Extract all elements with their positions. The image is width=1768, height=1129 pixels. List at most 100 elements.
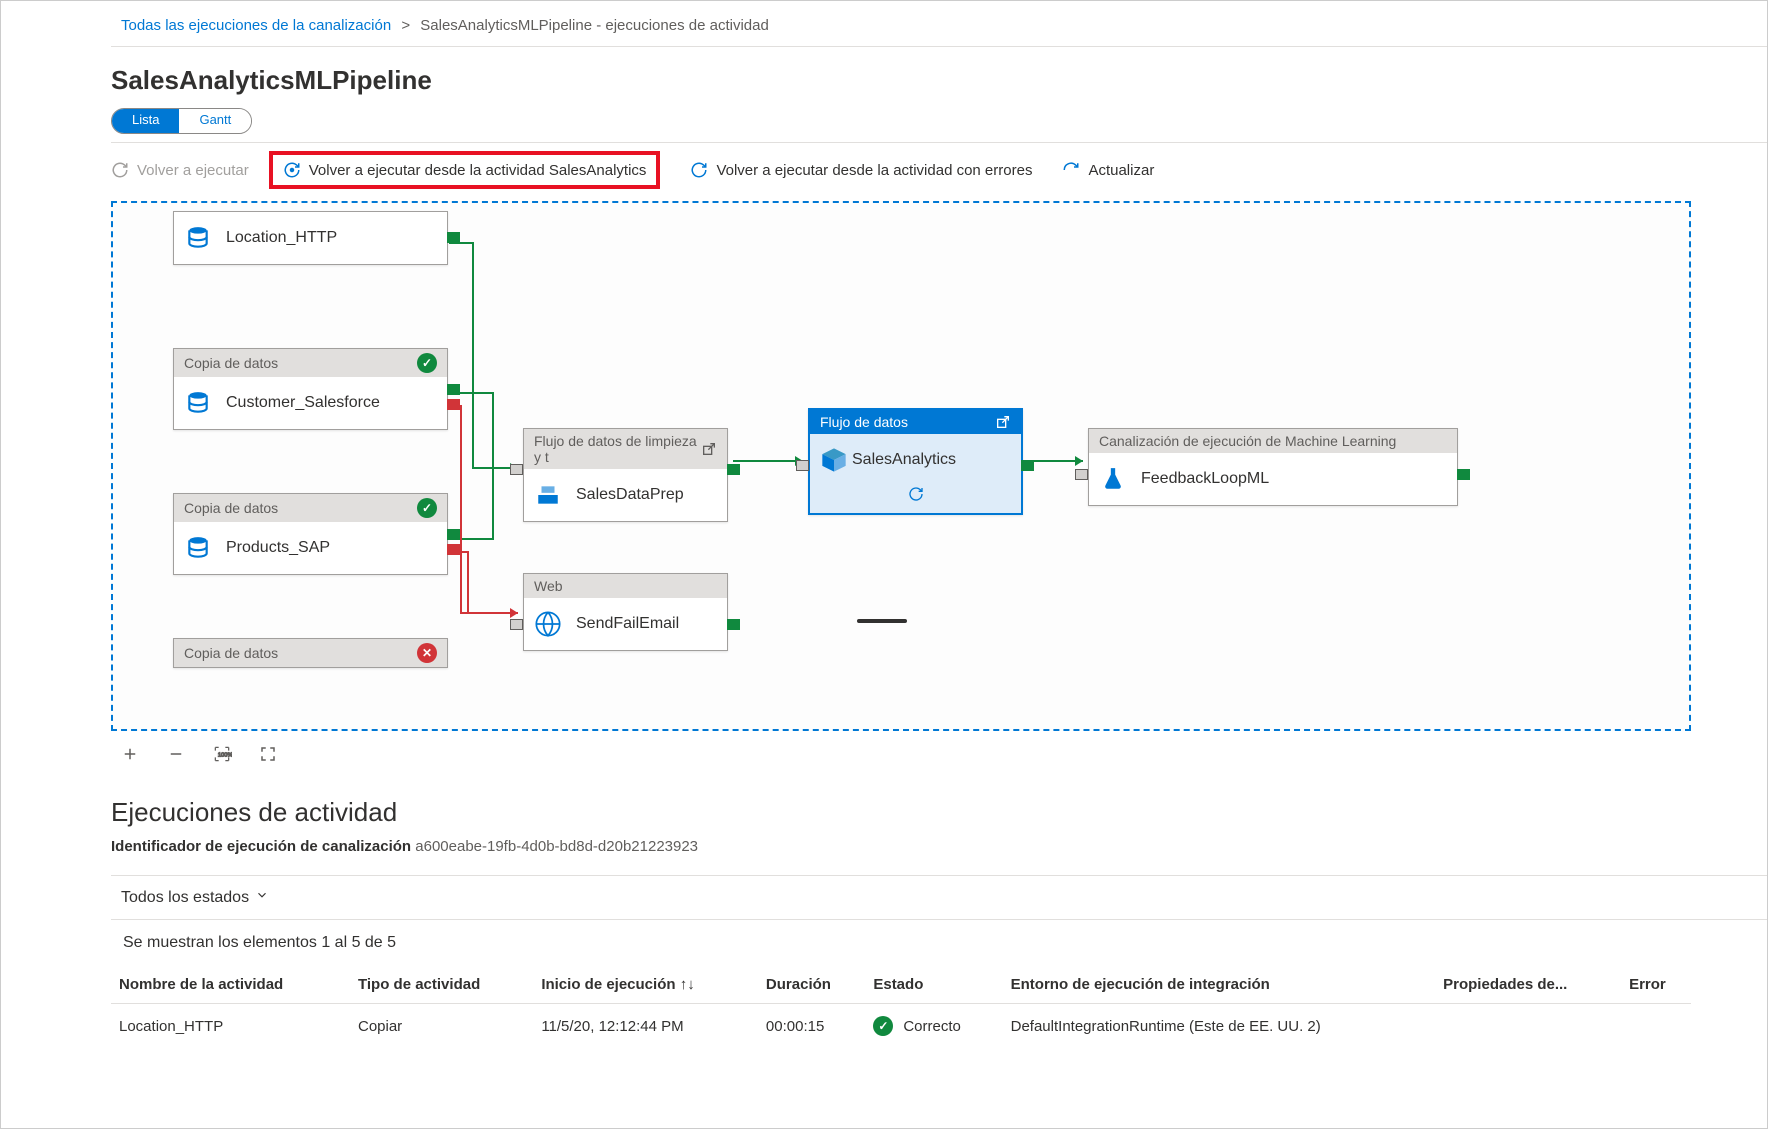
activity-label: SalesDataPrep xyxy=(576,486,684,504)
toolbar: Volver a ejecutar Volver a ejecutar desd… xyxy=(111,142,1767,197)
page-title: SalesAnalyticsMLPipeline xyxy=(111,47,1767,108)
activity-node-copy-failed[interactable]: Copia de datos ✕ xyxy=(173,638,448,668)
cell-properties xyxy=(1435,1004,1621,1049)
output-port-success xyxy=(447,384,460,395)
activity-node-location-http[interactable]: Location_HTTP xyxy=(173,211,448,265)
activity-label: SalesAnalytics xyxy=(852,451,956,469)
database-icon xyxy=(184,389,212,417)
output-port-fail xyxy=(447,399,460,410)
svg-text:100%: 100% xyxy=(218,753,232,759)
run-id-value: a600eabe-19fb-4d0b-bd8d-d20b21223923 xyxy=(415,838,698,855)
rerun-from-activity-label: Volver a ejecutar desde la actividad Sal… xyxy=(309,162,647,179)
status-fail-icon: ✕ xyxy=(417,643,437,663)
zoom-in-button[interactable] xyxy=(119,743,141,765)
activity-type-label: Copia de datos xyxy=(184,500,278,516)
rerun-from-icon xyxy=(283,161,301,179)
activity-node-salesdataprep[interactable]: Flujo de datos de limpieza y t SalesData… xyxy=(523,428,728,522)
zoom-reset-button[interactable]: 100% xyxy=(211,743,233,765)
activity-runs-table: Nombre de la actividad Tipo de actividad… xyxy=(111,966,1691,1048)
activity-type-label: Flujo de datos de limpieza y t xyxy=(534,433,701,465)
table-row[interactable]: Location_HTTP Copiar 11/5/20, 12:12:44 P… xyxy=(111,1004,1691,1049)
status-success-icon: ✓ xyxy=(417,353,437,373)
popout-icon[interactable] xyxy=(995,414,1011,430)
col-properties[interactable]: Propiedades de... xyxy=(1435,966,1621,1004)
rerun-button: Volver a ejecutar xyxy=(111,161,249,179)
refresh-label: Actualizar xyxy=(1088,162,1154,179)
rerun-label: Volver a ejecutar xyxy=(137,162,249,179)
panel-resize-handle[interactable] xyxy=(857,619,907,623)
output-port-success xyxy=(1021,460,1034,471)
col-activity-type[interactable]: Tipo de actividad xyxy=(350,966,533,1004)
col-activity-name[interactable]: Nombre de la actividad xyxy=(111,966,350,1004)
zoom-out-button[interactable] xyxy=(165,743,187,765)
status-success-icon: ✓ xyxy=(873,1016,893,1036)
input-port xyxy=(1075,469,1088,480)
activity-label: Products_SAP xyxy=(226,539,330,557)
cell-integration-runtime: DefaultIntegrationRuntime (Este de EE. U… xyxy=(1003,1004,1436,1049)
col-integration-runtime[interactable]: Entorno de ejecución de integración xyxy=(1003,966,1436,1004)
cell-status: ✓ Correcto xyxy=(865,1004,1002,1049)
output-port-success xyxy=(727,619,740,630)
view-tab-gantt[interactable]: Gantt xyxy=(179,109,251,133)
cell-run-start: 11/5/20, 12:12:44 PM xyxy=(533,1004,758,1049)
cell-activity-type: Copiar xyxy=(350,1004,533,1049)
output-port-success xyxy=(1457,469,1470,480)
rerun-from-activity-button[interactable]: Volver a ejecutar desde la actividad Sal… xyxy=(283,161,647,179)
activity-node-sendfailemail[interactable]: Web SendFailEmail xyxy=(523,573,728,651)
activity-label: Location_HTTP xyxy=(226,229,337,247)
activity-node-customer-salesforce[interactable]: Copia de datos ✓ Customer_Salesforce xyxy=(173,348,448,430)
cell-duration: 00:00:15 xyxy=(758,1004,865,1049)
activity-type-label: Web xyxy=(534,578,563,594)
sort-icon: ↑↓ xyxy=(680,976,695,993)
col-run-start[interactable]: Inicio de ejecución ↑↓ xyxy=(533,966,758,1004)
breadcrumb-root-link[interactable]: Todas las ejecuciones de la canalización xyxy=(121,17,391,34)
col-status[interactable]: Estado xyxy=(865,966,1002,1004)
status-filter-label: Todos los estados xyxy=(121,889,249,907)
output-port-fail xyxy=(447,544,460,555)
rerun-failed-icon xyxy=(690,161,708,179)
refresh-icon xyxy=(1062,161,1080,179)
database-icon xyxy=(184,224,212,252)
activity-node-products-sap[interactable]: Copia de datos ✓ Products_SAP xyxy=(173,493,448,575)
cell-error xyxy=(1621,1004,1691,1049)
status-filter-dropdown[interactable]: Todos los estados xyxy=(111,875,1767,920)
output-port-success xyxy=(727,464,740,475)
breadcrumb-current: SalesAnalyticsMLPipeline - ejecuciones d… xyxy=(420,17,769,34)
col-duration[interactable]: Duración xyxy=(758,966,865,1004)
breadcrumb-separator: > xyxy=(401,17,410,34)
breadcrumb: Todas las ejecuciones de la canalización… xyxy=(111,11,1767,47)
rerun-icon xyxy=(111,161,129,179)
chevron-down-icon xyxy=(255,888,269,907)
web-globe-icon xyxy=(534,610,562,638)
activity-label: SendFailEmail xyxy=(576,615,679,633)
dataflow-icon xyxy=(534,481,562,509)
rerun-failed-label: Volver a ejecutar desde la actividad con… xyxy=(716,162,1032,179)
activity-type-label: Copia de datos xyxy=(184,355,278,371)
popout-icon[interactable] xyxy=(701,441,717,457)
col-error[interactable]: Error xyxy=(1621,966,1691,1004)
rerun-failed-button[interactable]: Volver a ejecutar desde la actividad con… xyxy=(690,161,1032,179)
view-tab-lista[interactable]: Lista xyxy=(112,109,179,133)
input-port xyxy=(796,460,809,471)
input-port xyxy=(510,464,523,475)
activity-runs-title: Ejecuciones de actividad xyxy=(111,797,1767,828)
status-success-icon: ✓ xyxy=(417,498,437,518)
output-port-success xyxy=(447,529,460,540)
activity-node-salesanalytics[interactable]: Flujo de datos SalesAnalytics xyxy=(808,408,1023,515)
dataflow-cube-icon xyxy=(820,446,848,474)
activity-node-feedbackloopml[interactable]: Canalización de ejecución de Machine Lea… xyxy=(1088,428,1458,506)
input-port xyxy=(510,619,523,630)
output-port-success xyxy=(447,232,460,243)
canvas-zoom-controls: 100% xyxy=(111,731,1767,777)
view-toggle: Lista Gantt xyxy=(111,108,252,134)
table-header-row: Nombre de la actividad Tipo de actividad… xyxy=(111,966,1691,1004)
fullscreen-button[interactable] xyxy=(257,743,279,765)
activity-label: Customer_Salesforce xyxy=(226,394,380,412)
activity-type-label: Flujo de datos xyxy=(820,414,908,430)
activity-type-label: Copia de datos xyxy=(184,645,278,661)
pipeline-canvas[interactable]: Location_HTTP Copia de datos ✓ Customer_… xyxy=(111,201,1691,731)
run-id-line: Identificador de ejecución de canalizaci… xyxy=(111,838,1767,855)
refresh-button[interactable]: Actualizar xyxy=(1062,161,1154,179)
activity-label: FeedbackLoopML xyxy=(1141,470,1269,488)
showing-count-label: Se muestran los elementos 1 al 5 de 5 xyxy=(111,920,1767,966)
